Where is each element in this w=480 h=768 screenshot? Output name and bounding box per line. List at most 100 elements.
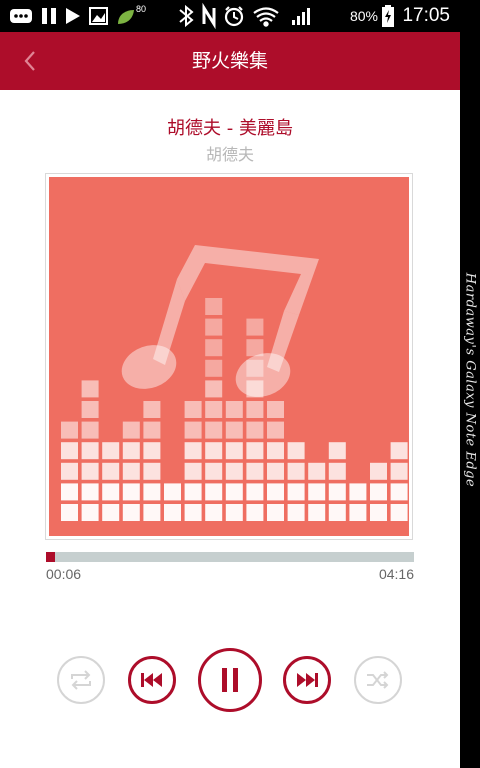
equalizer-cell (143, 504, 161, 521)
current-time: 00:06 (46, 566, 82, 582)
equalizer-cell (328, 504, 346, 521)
pause-notification-icon (42, 8, 56, 24)
equalizer-cell (122, 442, 140, 460)
equalizer-cell (390, 442, 408, 460)
equalizer-cell (246, 401, 264, 418)
seek-bar-fill (46, 552, 55, 562)
equalizer-cell (390, 462, 408, 480)
equalizer-cell (143, 483, 161, 501)
play-pause-button[interactable] (198, 648, 262, 712)
equalizer-cell (267, 462, 284, 480)
album-art-frame (45, 173, 413, 540)
equalizer-bars (61, 298, 408, 521)
equalizer-cell (61, 421, 78, 439)
equalizer-cell (61, 442, 78, 460)
total-time: 04:16 (378, 566, 414, 582)
equalizer-cell (122, 421, 140, 439)
equalizer-cell (349, 483, 367, 501)
equalizer-cell (349, 504, 367, 521)
equalizer-cell (328, 462, 346, 480)
back-button[interactable] (10, 40, 50, 82)
equalizer-cell (61, 504, 78, 521)
equalizer-cell (184, 442, 202, 460)
equalizer-cell (205, 442, 223, 460)
album-art (49, 177, 409, 536)
equalizer-cell (246, 462, 264, 480)
equalizer-cell (390, 504, 408, 521)
equalizer-cell (61, 483, 78, 501)
equalizer-cell (205, 380, 223, 398)
battery-icon (382, 0, 394, 32)
equalizer-cell (81, 462, 99, 480)
equalizer-cell (328, 483, 346, 501)
equalizer-cell (81, 442, 99, 460)
equalizer-cell (205, 421, 223, 439)
equalizer-cell (205, 483, 223, 501)
equalizer-cell (81, 421, 99, 439)
play-notification-icon (66, 8, 80, 24)
equalizer-cell (184, 483, 202, 501)
repeat-icon (71, 670, 91, 690)
music-equalizer-artwork (61, 245, 408, 521)
equalizer-cell (328, 442, 346, 460)
nfc-icon (202, 2, 216, 30)
equalizer-cell (225, 442, 243, 460)
equalizer-cell (308, 504, 326, 521)
equalizer-cell (225, 421, 243, 439)
previous-button[interactable] (128, 656, 176, 704)
alarm-icon (224, 6, 244, 27)
equalizer-cell (308, 483, 326, 501)
equalizer-cell (205, 504, 223, 521)
equalizer-cell (164, 483, 181, 501)
status-left-icons: 80 (8, 0, 158, 32)
equalizer-cell (81, 483, 99, 501)
wifi-icon (253, 7, 279, 27)
equalizer-cell (205, 339, 223, 357)
equalizer-cell (267, 504, 284, 521)
equalizer-cell (308, 462, 326, 480)
equalizer-cell (205, 359, 223, 377)
device-edge-text: Hardaway's Galaxy Note Edge (462, 272, 478, 488)
equalizer-cell (81, 401, 99, 418)
equalizer-cell (225, 504, 243, 521)
equalizer-cell (122, 483, 140, 501)
seek-bar[interactable] (46, 552, 414, 562)
skip-next-icon (297, 673, 318, 687)
bluetooth-icon (179, 4, 194, 28)
equalizer-cell (102, 483, 120, 501)
gallery-icon (89, 7, 108, 25)
equalizer-cell (225, 483, 243, 501)
equalizer-cell (205, 318, 223, 336)
equalizer-cell (122, 462, 140, 480)
equalizer-cell (81, 504, 99, 521)
equalizer-cell (184, 462, 202, 480)
equalizer-cell (184, 421, 202, 439)
page-title: 野火樂集 (191, 50, 268, 72)
equalizer-cell (287, 442, 305, 460)
signal-icon (292, 8, 310, 25)
equalizer-cell (390, 483, 408, 501)
status-bar: 80 80% 17:05 (0, 0, 460, 32)
equalizer-cell (246, 339, 264, 357)
shuffle-button[interactable] (354, 656, 402, 704)
next-button[interactable] (283, 656, 331, 704)
equalizer-cell (225, 401, 243, 418)
screen: 80 80% 17:05 野火樂集 胡德夫 - 美麗島 胡德夫 00:06 04… (0, 0, 460, 768)
equalizer-cell (102, 442, 120, 460)
status-right-icons (176, 0, 346, 32)
equalizer-cell (164, 504, 181, 521)
equalizer-cell (370, 504, 387, 521)
equalizer-cell (287, 462, 305, 480)
shuffle-icon (367, 671, 389, 689)
equalizer-cell (246, 421, 264, 439)
equalizer-cell (143, 421, 161, 439)
equalizer-cell (184, 401, 202, 418)
status-time: 17:05 (402, 5, 450, 26)
equalizer-cell (205, 462, 223, 480)
repeat-button[interactable] (57, 656, 105, 704)
app-header: 野火樂集 (0, 32, 460, 90)
skip-previous-icon (141, 673, 162, 687)
equalizer-cell (246, 504, 264, 521)
equalizer-cell (246, 483, 264, 501)
equalizer-cell (246, 442, 264, 460)
